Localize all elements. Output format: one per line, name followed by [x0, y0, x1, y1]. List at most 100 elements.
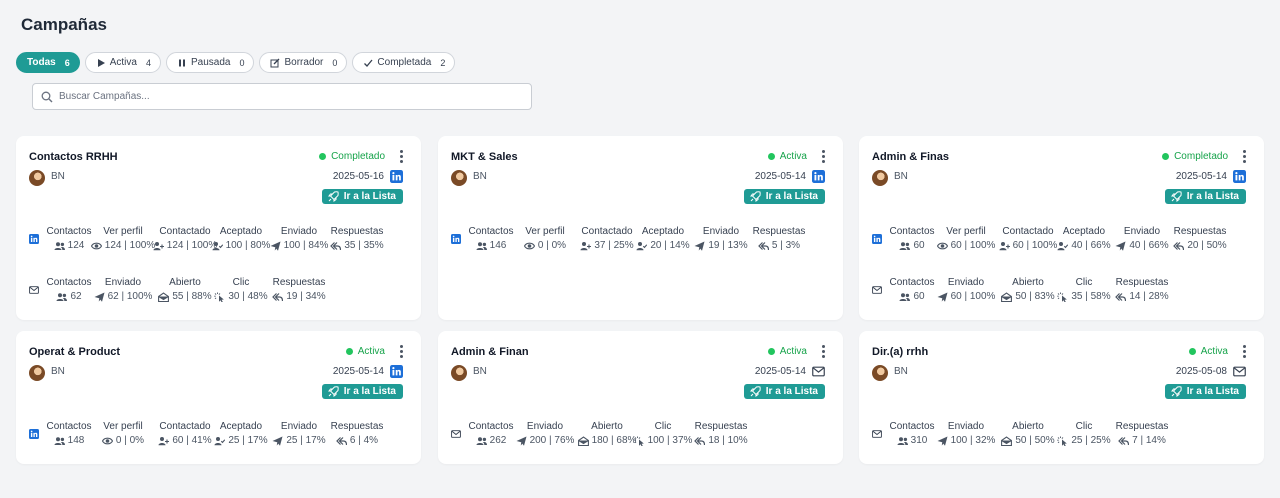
metric-ver-perfil: Ver perfil 60 | 100%: [934, 226, 998, 251]
filter-todas[interactable]: Todas 6: [16, 52, 80, 73]
campaign-title[interactable]: Dir.(a) rrhh: [872, 346, 928, 358]
metric-value: 7 | 14%: [1110, 435, 1174, 446]
mail-open-icon: [577, 435, 589, 446]
status-filter-bar: Todas 6 Activa 4 Pausada 0 Borrador 0 Co…: [16, 52, 456, 73]
filter-completada[interactable]: Completada 2: [352, 52, 456, 73]
avatar: [872, 170, 888, 186]
more-options-icon[interactable]: [399, 150, 403, 163]
metric-label: Enviado: [104, 277, 142, 288]
search-input[interactable]: [59, 91, 479, 102]
email-metrics-row: Contactos 60 Enviado 60 | 100% Abierto 50 | 8…: [872, 277, 1267, 303]
status-badge: Activa: [345, 346, 385, 357]
campaign-card[interactable]: Operat & Product Activa BN 2025-05-14 Ir a l…: [16, 331, 421, 464]
linkedin-metrics-row: Contactos 124 Ver perfil 124 | 100% Contacta…: [29, 226, 424, 252]
campaign-card[interactable]: Contactos RRHH Completado BN 2025-05-16 Ir a…: [16, 136, 421, 320]
metric-value: 50 | 50%: [996, 435, 1060, 446]
eye-icon: [523, 242, 535, 249]
metric-aceptado: Aceptado 25 | 17%: [209, 421, 273, 446]
metric-clic: Clic 30 | 48%: [209, 277, 273, 302]
metric-value: 40 | 66%: [1110, 240, 1174, 251]
campaign-title[interactable]: Admin & Finas: [872, 151, 949, 163]
metric-label: Contactado: [159, 421, 211, 432]
metric-value-text: 0 | 0%: [537, 240, 567, 251]
campaign-card[interactable]: Admin & Finan Activa BN 2025-05-14 Ir a la L…: [438, 331, 843, 464]
users-icon: [897, 436, 908, 445]
filter-count: 4: [145, 57, 151, 68]
metric-label: Ver perfil: [103, 421, 143, 432]
metric-label: Aceptado: [641, 226, 685, 237]
campaign-title[interactable]: MKT & Sales: [451, 151, 518, 163]
metric-value: 50 | 83%: [996, 291, 1060, 302]
more-options-icon[interactable]: [1242, 150, 1246, 163]
metric-label: Contactado: [1002, 226, 1054, 237]
metric-abierto: Abierto 55 | 88%: [153, 277, 217, 302]
rocket-icon: [749, 191, 761, 202]
more-options-icon[interactable]: [821, 345, 825, 358]
go-to-list-button[interactable]: Ir a la Lista: [1164, 384, 1246, 399]
campaign-title[interactable]: Operat & Product: [29, 346, 120, 358]
metric-value-text: 0 | 0%: [115, 435, 145, 446]
users-icon: [899, 241, 911, 250]
metric-clic: Clic 100 | 37%: [631, 421, 695, 446]
metric-clic: Clic 25 | 25%: [1052, 421, 1116, 446]
users-icon: [899, 292, 911, 301]
campaign-card[interactable]: MKT & Sales Activa BN 2025-05-14 Ir a la Lis…: [438, 136, 843, 320]
metric-label: Respuestas: [330, 226, 384, 237]
owner-initials: BN: [473, 171, 487, 182]
status-label: Completado: [1174, 151, 1228, 162]
metric-value: 19 | 34%: [267, 291, 331, 302]
metric-value-text: 124: [67, 240, 85, 251]
metric-value-text: 310: [910, 435, 928, 446]
filter-label: Todas: [27, 57, 56, 68]
eye-icon: [101, 437, 113, 444]
go-to-list-button[interactable]: Ir a la Lista: [743, 384, 825, 399]
status-badge: Activa: [767, 346, 807, 357]
go-to-list-label: Ir a la Lista: [1186, 191, 1239, 202]
campaign-title[interactable]: Admin & Finan: [451, 346, 529, 358]
reply-all-icon: [330, 241, 342, 250]
user-plus-icon: [158, 436, 170, 445]
go-to-list-button[interactable]: Ir a la Lista: [1164, 189, 1246, 204]
linkedin-icon: [390, 365, 403, 378]
filter-pausada[interactable]: Pausada 0: [165, 52, 255, 73]
go-to-list-button[interactable]: Ir a la Lista: [743, 189, 825, 204]
avatar: [29, 365, 45, 381]
metric-value-text: 37 | 25%: [594, 240, 634, 251]
more-options-icon[interactable]: [821, 150, 825, 163]
filter-count: 0: [332, 57, 338, 68]
status-dot: [767, 348, 775, 355]
user-check-icon: [214, 436, 226, 445]
filter-activa[interactable]: Activa 4: [84, 52, 161, 73]
metric-value-text: 180 | 68%: [591, 435, 637, 446]
go-to-list-button[interactable]: Ir a la Lista: [321, 189, 403, 204]
status-dot: [345, 348, 353, 355]
metric-label: Enviado: [526, 421, 564, 432]
metric-contactado: Contactado 37 | 25%: [575, 226, 639, 251]
click-icon: [214, 292, 225, 302]
metric-label: Clic: [1075, 421, 1093, 432]
campaign-title[interactable]: Contactos RRHH: [29, 151, 118, 163]
more-options-icon[interactable]: [399, 345, 403, 358]
reply-all-icon: [694, 436, 706, 445]
more-options-icon[interactable]: [1242, 345, 1246, 358]
metric-label: Contactado: [159, 226, 211, 237]
metric-label: Abierto: [169, 277, 201, 288]
campaign-card[interactable]: Dir.(a) rrhh Activa BN 2025-05-08 Ir a la Li…: [859, 331, 1264, 464]
filter-borrador[interactable]: Borrador 0: [259, 52, 348, 73]
status-dot: [1162, 153, 1170, 160]
metric-respuestas: Respuestas 19 | 34%: [267, 277, 331, 302]
metric-value-text: 25 | 17%: [228, 435, 268, 446]
campaign-card[interactable]: Admin & Finas Completado BN 2025-05-14 Ir a …: [859, 136, 1264, 320]
users-icon: [54, 241, 65, 250]
reply-all-icon: [336, 436, 347, 445]
go-to-list-button[interactable]: Ir a la Lista: [321, 384, 403, 399]
metric-value-text: 60 | 100%: [950, 291, 996, 302]
metric-label: Ver perfil: [946, 226, 986, 237]
metric-value: 35 | 35%: [325, 240, 389, 251]
metric-value: 60 | 100%: [996, 240, 1060, 251]
metric-value-text: 18 | 10%: [708, 435, 748, 446]
page-title: Campañas: [21, 15, 107, 34]
metric-respuestas: Respuestas 6 | 4%: [325, 421, 389, 446]
metric-value-text: 30 | 48%: [228, 291, 268, 302]
email-metrics-row: Contactos 310 Enviado 100 | 32% Abierto 50 | …: [872, 421, 1267, 447]
